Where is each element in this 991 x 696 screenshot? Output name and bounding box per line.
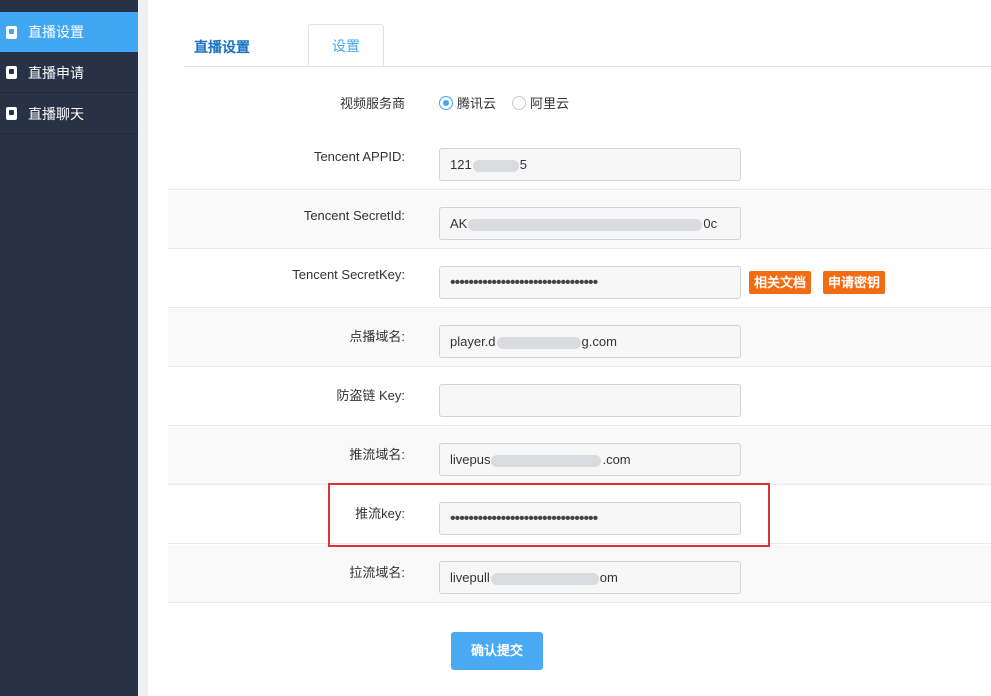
secret-id-input[interactable]: AK 0c — [439, 207, 741, 240]
document-icon — [6, 107, 17, 120]
secret-id-row: Tencent SecretId: AK 0c — [168, 191, 991, 249]
pull-domain-input[interactable]: livepull om — [439, 561, 741, 594]
pull-domain-label: 拉流域名: — [349, 565, 405, 580]
secret-key-label: Tencent SecretKey: — [292, 267, 405, 282]
sidebar-item-label: 直播聊天 — [28, 105, 84, 122]
vod-domain-input[interactable]: player.d g.com — [439, 325, 741, 358]
antitheft-key-row: 防盗链 Key: — [168, 368, 991, 426]
sidebar: 直播设置 直播申请 直播聊天 — [0, 0, 138, 696]
provider-row: 视频服务商 腾讯云 阿里云 — [168, 76, 991, 134]
appid-row: Tencent APPID: 121 5 — [168, 132, 991, 190]
antitheft-key-label: 防盗链 Key: — [336, 388, 405, 403]
appid-value-suffix: 5 — [519, 157, 527, 172]
radio-tencent-label[interactable]: 腾讯云 — [457, 93, 496, 112]
main-panel: 直播设置 设置 视频服务商 腾讯云 阿里云 Tencent APPID: 121… — [148, 0, 991, 696]
redacted-blur — [496, 336, 581, 349]
highlight-box — [328, 483, 770, 547]
submit-button[interactable]: 确认提交 — [451, 632, 543, 670]
radio-aliyun[interactable] — [512, 95, 527, 110]
secret-key-input[interactable]: •••••••••••••••••••••••••••••••• — [439, 266, 741, 299]
tab-live-settings[interactable]: 直播设置 — [194, 37, 250, 57]
push-domain-input[interactable]: livepus .com — [439, 443, 741, 476]
push-domain-label: 推流域名: — [349, 447, 405, 462]
vod-domain-label: 点播域名: — [349, 329, 405, 344]
sidebar-item-label: 直播设置 — [28, 24, 84, 40]
appid-label: Tencent APPID: — [313, 149, 405, 164]
tab-settings[interactable]: 设置 — [308, 24, 384, 66]
sidebar-item-live-apply[interactable]: 直播申请 — [0, 53, 138, 93]
radio-aliyun-label[interactable]: 阿里云 — [530, 93, 569, 112]
document-icon — [6, 66, 17, 79]
vod-domain-row: 点播域名: player.d g.com — [168, 309, 991, 367]
provider-label: 视频服务商 — [339, 96, 405, 111]
pull-domain-value-prefix: livepull — [450, 570, 490, 585]
push-domain-value-suffix: .com — [602, 452, 631, 467]
appid-input[interactable]: 121 5 — [439, 148, 741, 181]
radio-tencent[interactable] — [439, 95, 453, 110]
sidebar-item-live-chat[interactable]: 直播聊天 — [0, 94, 138, 134]
apply-key-button[interactable]: 申请密钥 — [823, 271, 886, 294]
related-docs-button[interactable]: 相关文档 — [749, 271, 812, 294]
redacted-blur — [491, 454, 602, 467]
appid-value-prefix: 121 — [450, 157, 472, 172]
secret-id-value-suffix: 0c — [703, 216, 718, 231]
sidebar-item-label: 直播申请 — [28, 64, 84, 81]
document-icon — [6, 25, 17, 39]
secret-key-row: Tencent SecretKey: •••••••••••••••••••••… — [168, 250, 991, 308]
tab-bar: 直播设置 设置 — [184, 24, 991, 67]
redacted-blur — [490, 572, 599, 585]
push-domain-row: 推流域名: livepus .com — [168, 427, 991, 485]
pull-domain-row: 拉流域名: livepull om — [168, 545, 991, 603]
redacted-blur — [472, 159, 519, 172]
sidebar-item-live-settings[interactable]: 直播设置 — [0, 12, 138, 52]
divider — [138, 0, 148, 696]
redacted-blur — [468, 218, 703, 231]
secret-id-label: Tencent SecretId: — [303, 208, 405, 223]
secret-id-value-prefix: AK — [450, 216, 468, 231]
antitheft-key-input[interactable] — [439, 384, 741, 417]
push-domain-value-prefix: livepus — [450, 452, 491, 467]
pull-domain-value-suffix: om — [599, 570, 618, 585]
provider-radio-group: 腾讯云 阿里云 — [439, 93, 585, 112]
vod-domain-value-prefix: player.d — [450, 334, 496, 349]
vod-domain-value-suffix: g.com — [581, 334, 617, 349]
